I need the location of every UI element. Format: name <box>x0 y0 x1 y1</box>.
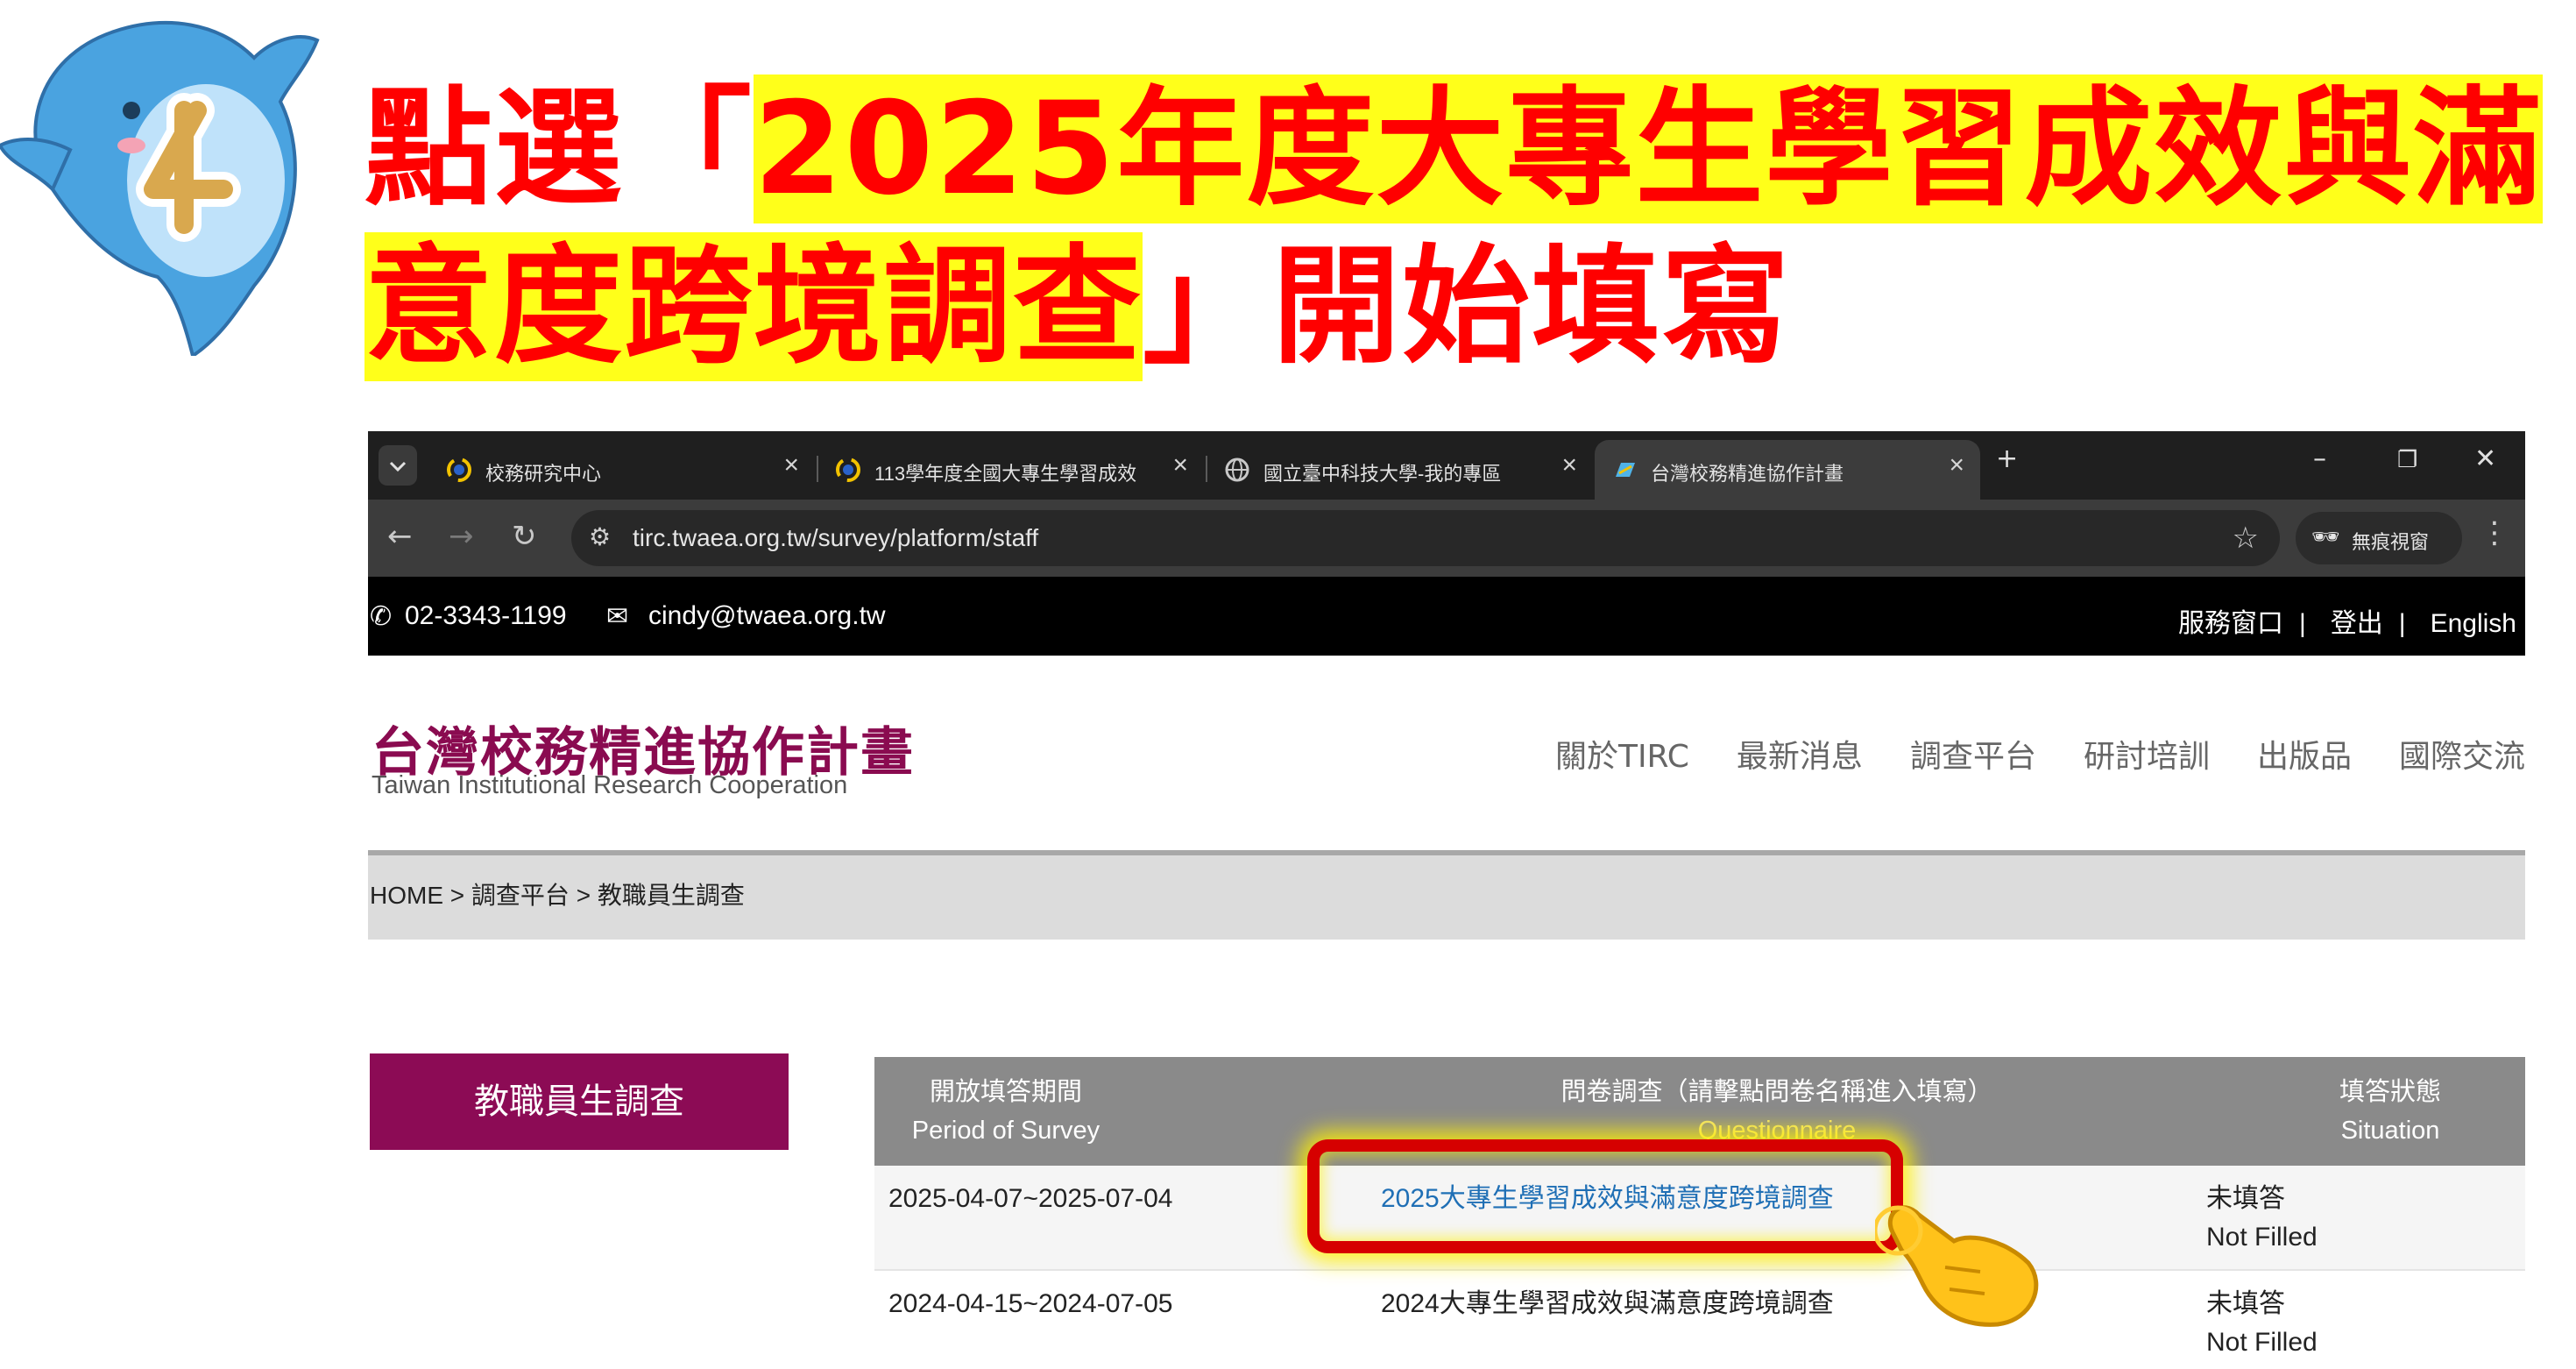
header-questionnaire: 問卷調查（請擊點問卷名稱進入填寫） Questionnaire <box>1418 1073 2136 1150</box>
row-period: 2025-04-07~2025-07-04 <box>888 1184 1173 1213</box>
incognito-icon: 🕶 <box>2311 524 2341 550</box>
nav-training[interactable]: 研討培訓 <box>2084 739 2210 775</box>
tab-bar: 校務研究中心 × 113學年度全國大專生學習成效 × 國立臺中科技大學-我的專區… <box>368 431 2525 500</box>
divider: | <box>2398 609 2406 638</box>
url-field[interactable]: ⚙ tirc.twaea.org.tw/survey/platform/staf… <box>571 510 2280 566</box>
restore-icon[interactable]: ❐ <box>2397 447 2417 473</box>
pointing-hand-icon <box>1875 1205 2039 1327</box>
nav-about[interactable]: 關於TIRC <box>1555 739 1689 775</box>
contact-strip: ✆ 02-3343-1199 ✉ cindy@twaea.org.tw 服務窗口… <box>368 577 2525 656</box>
english-link[interactable]: English <box>2431 609 2516 638</box>
close-icon[interactable]: × <box>1949 450 1964 480</box>
spinner-favicon-icon <box>447 458 471 482</box>
breadcrumb-bar: HOME > 調查平台 > 教職員生調查 <box>368 850 2525 940</box>
header-period-en: Period of Survey <box>911 1117 1100 1145</box>
bookmark-star-icon[interactable]: ☆ <box>2233 521 2259 556</box>
header-period-zh: 開放填答期間 <box>929 1078 1082 1106</box>
close-icon[interactable]: × <box>1172 450 1188 480</box>
tab-4-active[interactable]: 台灣校務精進協作計畫 × <box>1595 440 1980 500</box>
highlight-box-annotation <box>1307 1139 1903 1253</box>
top-links: 服務窗口 | 登出 | English <box>2169 601 2516 640</box>
site-settings-icon[interactable]: ⚙ <box>589 522 611 551</box>
logout-link[interactable]: 登出 <box>2331 609 2383 638</box>
divider: | <box>2299 609 2306 638</box>
instruction-heading: 點選「2025年度大專生學習成效與滿 意度跨境調查」開始填寫 <box>364 70 2544 386</box>
tab-title: 國立臺中科技大學-我的專區 <box>1263 463 1502 485</box>
row-status: 未填答 Not Filled <box>2206 1285 2318 1362</box>
header-status-zh: 填答狀態 <box>2339 1078 2441 1106</box>
table-row: 2024-04-15~2024-07-05 2024大專生學習成效與滿意度跨境調… <box>874 1271 2525 1369</box>
close-icon[interactable]: × <box>1561 450 1577 480</box>
tab-search-button[interactable] <box>379 445 417 486</box>
incognito-badge[interactable]: 🕶 無痕視窗 <box>2296 512 2462 564</box>
tab-title: 台灣校務精進協作計畫 <box>1651 463 1844 485</box>
reload-icon[interactable]: ↻ <box>512 519 537 554</box>
nav-international[interactable]: 國際交流 <box>2399 739 2525 775</box>
nav-survey-platform[interactable]: 調查平台 <box>1910 739 2036 775</box>
close-icon[interactable]: × <box>783 450 799 480</box>
tab-2[interactable]: 113學年度全國大專生學習成效 × <box>818 440 1204 500</box>
tab-3[interactable]: 國立臺中科技大學-我的專區 × <box>1207 440 1593 500</box>
service-window-link[interactable]: 服務窗口 <box>2178 609 2283 638</box>
instruction-highlight-2: 意度跨境調查 <box>364 232 1143 381</box>
spinner-favicon-icon <box>836 458 860 482</box>
header-status-en: Situation <box>2340 1117 2440 1145</box>
url-text: tirc.twaea.org.tw/survey/platform/staff <box>633 524 1039 551</box>
new-tab-icon[interactable]: + <box>1996 443 2018 474</box>
incognito-label: 無痕視窗 <box>2352 532 2430 554</box>
menu-icon[interactable]: ⋮ <box>2480 515 2509 550</box>
mail-icon: ✉ <box>606 602 629 631</box>
survey-link-2024[interactable]: 2024大專生學習成效與滿意度跨境調查 <box>1381 1285 1834 1323</box>
status-zh: 未填答 <box>2206 1184 2285 1213</box>
address-bar: ← → ↻ ⚙ tirc.twaea.org.tw/survey/platfor… <box>368 500 2525 577</box>
instruction-highlight-1: 2025年度大專生學習成效與滿 <box>754 74 2544 223</box>
row-status: 未填答 Not Filled <box>2206 1180 2318 1257</box>
nav-news[interactable]: 最新消息 <box>1737 739 1863 775</box>
row-period: 2024-04-15~2024-07-05 <box>888 1289 1173 1318</box>
tab-title: 113學年度全國大專生學習成效 <box>874 463 1137 485</box>
staff-survey-button[interactable]: 教職員生調查 <box>370 1053 789 1150</box>
phone-icon: ✆ <box>370 602 393 631</box>
header-status: 填答狀態 Situation <box>2276 1073 2504 1150</box>
window-close-icon[interactable]: ✕ <box>2474 443 2496 474</box>
main-nav: 關於TIRC 最新消息 調查平台 研討培訓 出版品 國際交流 <box>1508 731 2525 777</box>
dolphin-mascot-icon: 4 <box>0 21 320 356</box>
nav-publications[interactable]: 出版品 <box>2257 739 2352 775</box>
email-link[interactable]: cindy@twaea.org.tw <box>648 601 886 631</box>
header-questionnaire-zh: 問卷調查（請擊點問卷名稱進入填寫） <box>1560 1078 1993 1106</box>
chevron-down-icon <box>389 461 407 472</box>
back-icon[interactable]: ← <box>387 519 413 554</box>
header-period: 開放填答期間 Period of Survey <box>874 1073 1137 1150</box>
status-zh: 未填答 <box>2206 1289 2285 1318</box>
tirc-favicon-icon <box>1616 463 1635 477</box>
site-logo-subtitle: Taiwan Institutional Research Cooperatio… <box>372 771 848 799</box>
forward-icon[interactable]: → <box>449 519 474 554</box>
status-en: Not Filled <box>2206 1328 2318 1357</box>
tab-title: 校務研究中心 <box>485 463 602 485</box>
status-en: Not Filled <box>2206 1223 2318 1252</box>
instruction-prefix: 點選「 <box>364 74 754 223</box>
tab-1[interactable]: 校務研究中心 × <box>429 440 815 500</box>
instruction-suffix: 」開始填寫 <box>1143 232 1791 381</box>
globe-icon <box>1225 458 1249 482</box>
phone-number[interactable]: 02-3343-1199 <box>405 601 567 631</box>
breadcrumb[interactable]: HOME > 調查平台 > 教職員生調查 <box>370 876 745 911</box>
minimize-icon[interactable]: – <box>2313 443 2326 474</box>
